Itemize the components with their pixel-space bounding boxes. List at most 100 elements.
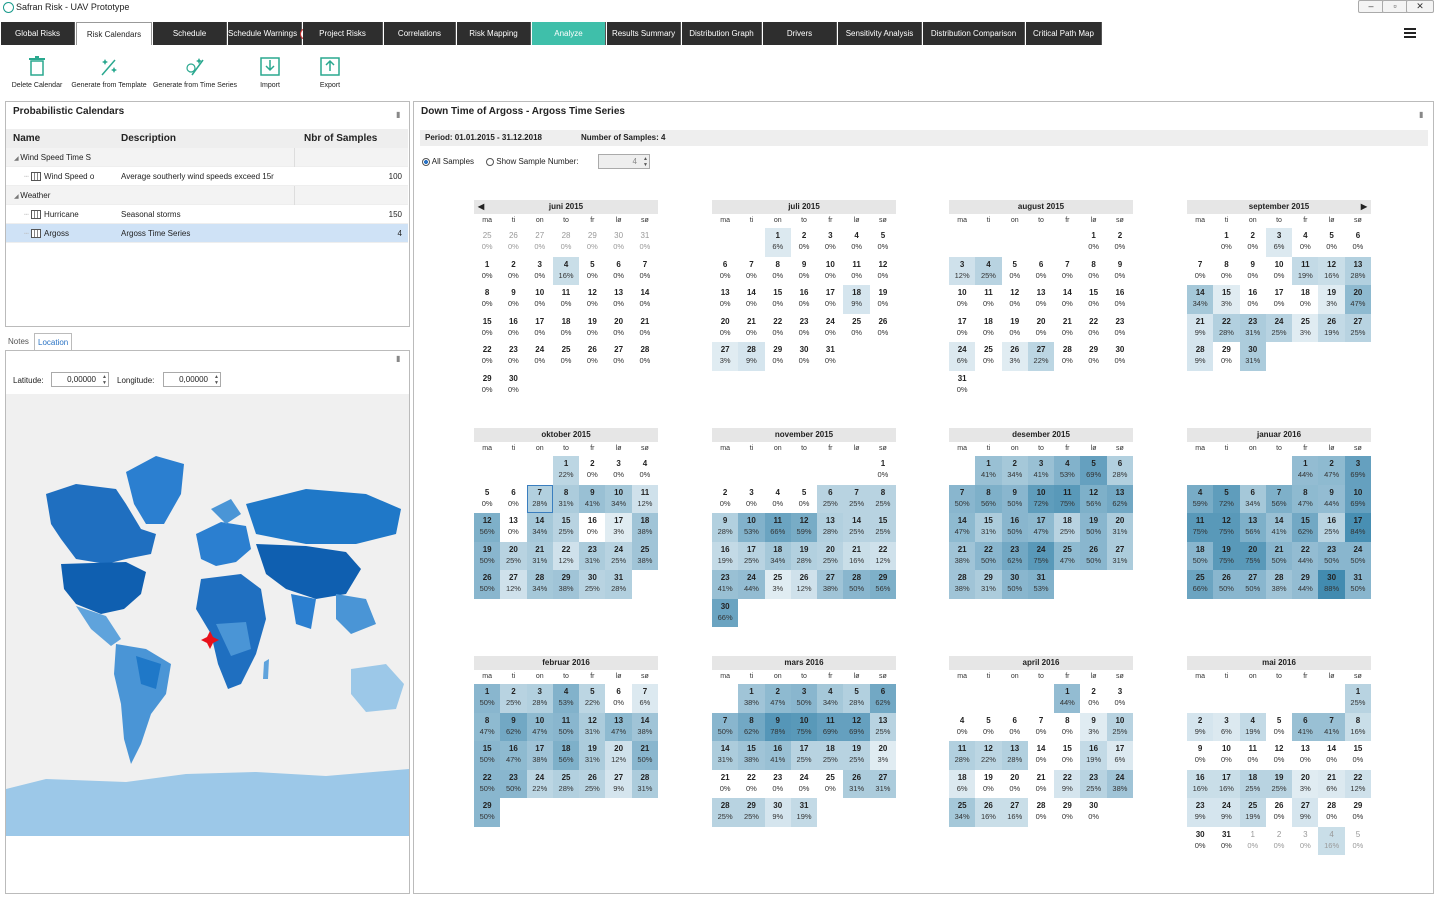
calendar-day[interactable]: 3 6%	[1265, 228, 1293, 257]
calendar-day[interactable]: 5 0%	[1318, 228, 1344, 257]
calendar-day[interactable]: 20 25%	[817, 541, 844, 570]
calendar-day[interactable]: 2 34%	[1001, 456, 1028, 485]
calendar-day[interactable]: 30 66%	[712, 598, 739, 627]
calendar-day[interactable]: 30 0%	[1080, 798, 1106, 827]
calendar-day[interactable]: 23 0%	[765, 770, 791, 799]
calendar-day[interactable]: 23 31%	[1239, 313, 1266, 342]
calendar-day[interactable]: 8 0%	[765, 257, 791, 286]
tab-critical-path-map[interactable]: Critical Path Map	[1026, 22, 1102, 45]
calendar-day[interactable]: 11 19%	[1292, 256, 1319, 285]
calendar-day[interactable]: 21 31%	[526, 541, 553, 570]
calendar-day[interactable]: 20 0%	[1028, 314, 1054, 343]
calendar-day[interactable]: 25 47%	[1054, 541, 1081, 570]
tree-item-row[interactable]: ┄ Argoss Argoss Time Series 4	[6, 224, 408, 243]
calendar-day[interactable]: 19 75%	[1213, 541, 1240, 570]
tab-drivers[interactable]: Drivers	[763, 22, 837, 45]
calendar-day[interactable]: 24 25%	[1265, 313, 1293, 342]
calendar-day[interactable]: 4 0%	[632, 456, 658, 485]
calendar-day[interactable]: 14 0%	[1028, 741, 1054, 770]
previous-month-icon[interactable]: ◀	[478, 200, 484, 214]
calendar-day[interactable]: 27 22%	[1027, 342, 1055, 371]
calendar-day[interactable]: 11 75%	[1187, 513, 1214, 542]
calendar-day[interactable]: 26 0%	[1266, 798, 1292, 827]
calendar-day[interactable]: 5 69%	[1080, 456, 1107, 485]
tree-group-row[interactable]: ◢ Wind Speed Time S	[6, 148, 408, 167]
calendar-day-other-month[interactable]: 2 0%	[1266, 827, 1292, 856]
calendar-day[interactable]: 1 22%	[552, 456, 580, 485]
calendar-day[interactable]: 20 75%	[1239, 541, 1266, 570]
calendar-day[interactable]: 7 0%	[1054, 257, 1080, 286]
calendar-day[interactable]: 9 78%	[764, 712, 791, 741]
calendar-day[interactable]: 9 0%	[1107, 257, 1133, 286]
calendar-day[interactable]: 7 28%	[526, 484, 553, 513]
calendar-day[interactable]: 12 56%	[1080, 484, 1107, 513]
calendar-day-other-month[interactable]: 5 0%	[1345, 827, 1371, 856]
tab-schedule-warnings[interactable]: Schedule Warnings2	[228, 22, 313, 45]
calendar-day[interactable]: 8 16%	[1344, 712, 1372, 741]
tab-distribution-comparison[interactable]: Distribution Comparison	[923, 22, 1025, 45]
calendar-day[interactable]: 26 0%	[579, 342, 605, 371]
longitude-input[interactable]: 0,00000 ▲ ▼	[163, 372, 221, 387]
calendar-day[interactable]: 2 0%	[1107, 228, 1133, 257]
calendar-day[interactable]: 18 50%	[1187, 541, 1214, 570]
calendar-day[interactable]: 22 12%	[552, 541, 580, 570]
calendar-day[interactable]: 17 0%	[1266, 285, 1292, 314]
calendar-day[interactable]: 19 25%	[843, 741, 870, 770]
calendar-day[interactable]: 150%	[1054, 741, 1080, 770]
calendar-day[interactable]: 9 3%	[1080, 712, 1107, 741]
calendar-day[interactable]: 5 0%	[791, 485, 817, 514]
calendar-day[interactable]: 14 41%	[1265, 513, 1293, 542]
calendar-day[interactable]: 1 0%	[474, 257, 500, 286]
calendar-day[interactable]: 7 0%	[738, 257, 764, 286]
calendar-day[interactable]: 7 25%	[843, 484, 870, 513]
calendar-day[interactable]: 29 44%	[1292, 570, 1319, 599]
calendar-day[interactable]: 29 0%	[765, 342, 791, 371]
calendar-day-other-month[interactable]: 4 16%	[1318, 826, 1345, 855]
calendar-day[interactable]: 28 34%	[526, 570, 553, 599]
calendar-day[interactable]: 31 53%	[1027, 570, 1055, 599]
calendar-day[interactable]: 1 44%	[1054, 684, 1081, 713]
calendar-day[interactable]: 28 31%	[631, 769, 659, 798]
calendar-day[interactable]: 150%	[1345, 741, 1371, 770]
calendar-day[interactable]: 13 0%	[1292, 741, 1318, 770]
calendar-day[interactable]: 3 6%	[1213, 712, 1240, 741]
calendar-day[interactable]: 4 53%	[552, 684, 580, 713]
calendar-day-other-month[interactable]: 27 0%	[527, 228, 553, 257]
calendar-day[interactable]: 14 25%	[843, 513, 870, 542]
calendar-day[interactable]: 19 50%	[1080, 513, 1107, 542]
calendar-day[interactable]: 9 28%	[712, 513, 739, 542]
calendar-day[interactable]: 12 0%	[870, 257, 896, 286]
calendar-day[interactable]: 25 0%	[843, 314, 869, 343]
calendar-day[interactable]: 25 38%	[631, 541, 659, 570]
calendar-day[interactable]: 26 12%	[790, 570, 818, 599]
calendar-day[interactable]: 6 0%	[605, 257, 631, 286]
calendar-day[interactable]: 23 50%	[1318, 541, 1345, 570]
calendar-day[interactable]: 25 0%	[817, 770, 843, 799]
calendar-day[interactable]: 23 62%	[1001, 541, 1028, 570]
calendar-day[interactable]: 22 50%	[975, 541, 1002, 570]
minimize-button[interactable]: –	[1358, 0, 1384, 13]
calendar-day[interactable]: 12 0%	[1266, 741, 1292, 770]
calendar-day[interactable]: 1 25%	[1344, 684, 1372, 713]
calendar-day[interactable]: 31 50%	[1344, 570, 1372, 599]
spinner-icon[interactable]: ▲ ▼	[102, 374, 107, 386]
calendar-day[interactable]: 2 0%	[791, 228, 817, 257]
calendar-day[interactable]: 18 25%	[1239, 769, 1266, 798]
maximize-button[interactable]: ▫	[1382, 0, 1408, 13]
calendar-day[interactable]: 9 0%	[1187, 741, 1213, 770]
calendar-day[interactable]: 31 0%	[1213, 827, 1239, 856]
calendar-day[interactable]: 20 25%	[500, 541, 527, 570]
calendar-day-other-month[interactable]: 28 0%	[553, 228, 579, 257]
calendar-day[interactable]: 28 0%	[1318, 798, 1344, 827]
calendar-day[interactable]: 7 0%	[632, 257, 658, 286]
calendar-day[interactable]: 20 47%	[1344, 285, 1372, 314]
calendar-day[interactable]: 27 9%	[605, 769, 632, 798]
calendar-day[interactable]: 10 53%	[738, 513, 765, 542]
calendar-day[interactable]: 26 19%	[1318, 313, 1345, 342]
calendar-day[interactable]: 16 0%	[791, 285, 817, 314]
calendar-day[interactable]: 24 9%	[1213, 798, 1240, 827]
calendar-day[interactable]: 26 50%	[474, 570, 501, 599]
calendar-day-other-month[interactable]: 1 0%	[1240, 827, 1266, 856]
calendar-day[interactable]: 27 16%	[1001, 798, 1028, 827]
calendar-day[interactable]: 17 47%	[1027, 513, 1055, 542]
